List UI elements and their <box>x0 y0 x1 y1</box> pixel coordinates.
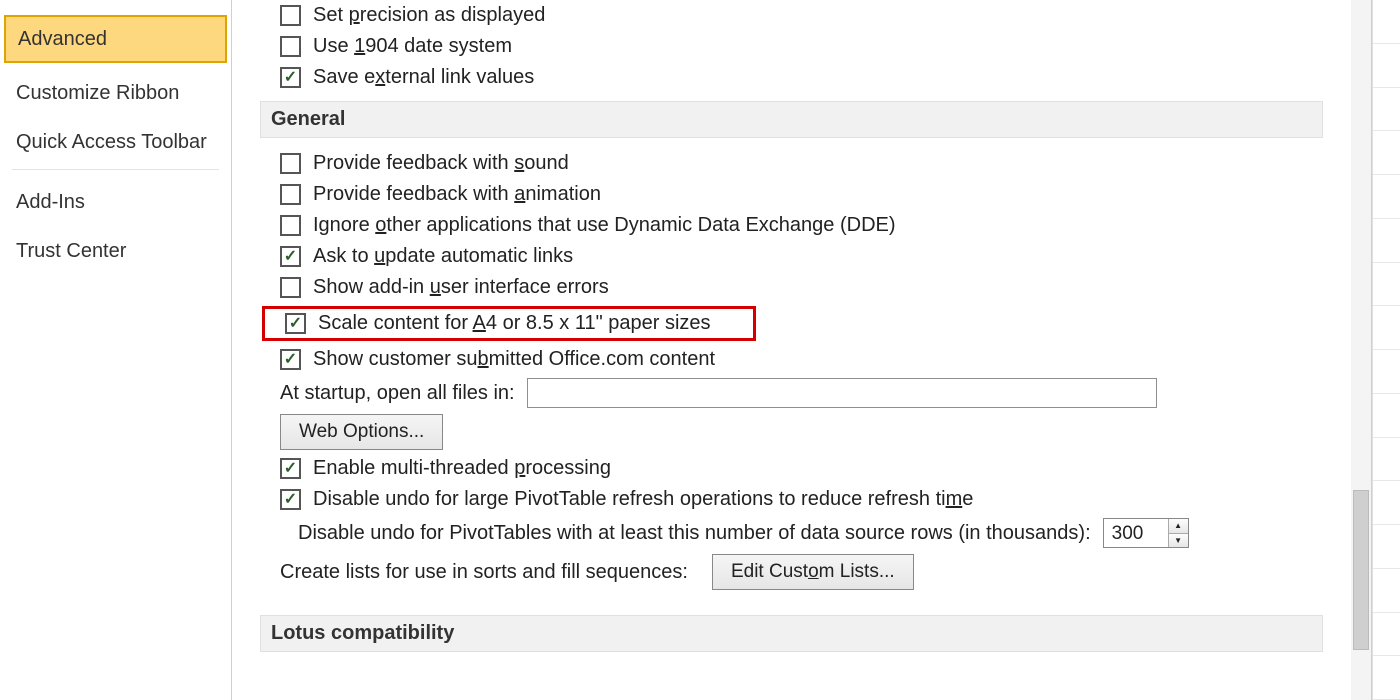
general2-option-0-label[interactable]: Enable multi-threaded processing <box>313 457 611 480</box>
nav-item-customize-ribbon[interactable]: Customize Ribbon <box>0 69 231 118</box>
general-option-0-container: Provide feedback with sound <box>280 152 569 175</box>
undo-rows-row: Disable undo for PivotTables with at lea… <box>278 515 1331 551</box>
nav-divider <box>12 169 219 170</box>
general2-option-1-label[interactable]: Disable undo for large PivotTable refres… <box>313 488 973 511</box>
general-option-3-row: Ask to update automatic links <box>260 241 1331 272</box>
general2-option-1-container: Disable undo for large PivotTable refres… <box>280 488 973 511</box>
create-lists-label: Create lists for use in sorts and fill s… <box>280 561 688 584</box>
section-header-general: General <box>260 101 1323 138</box>
calc-option-0-row: Set precision as displayed <box>260 0 1331 31</box>
general-option-2-checkbox[interactable] <box>280 215 301 236</box>
calc-option-0-checkbox[interactable] <box>280 5 301 26</box>
general-option-6-label[interactable]: Show customer submitted Office.com conte… <box>313 348 715 371</box>
general-option-3-checkbox[interactable] <box>280 246 301 267</box>
web-options-button-label: Web Options... <box>299 421 424 442</box>
options-nav-sidebar: Language Advanced Customize Ribbon Quick… <box>0 0 232 700</box>
general2-option-0-container: Enable multi-threaded processing <box>280 457 611 480</box>
calc-option-0-label[interactable]: Set precision as displayed <box>313 4 545 27</box>
undo-rows-label: Disable undo for PivotTables with at lea… <box>298 522 1091 545</box>
web-options-row: Web Options... <box>260 411 1331 453</box>
scrollbar-thumb[interactable] <box>1353 490 1369 650</box>
edit-custom-lists-label: Edit Custom Lists... <box>731 561 895 582</box>
startup-path-input[interactable] <box>527 378 1157 408</box>
calc-option-2-container: Save external link values <box>280 66 534 89</box>
general2-option-0-checkbox[interactable] <box>280 458 301 479</box>
general-option-5-container: Scale content for A4 or 8.5 x 11" paper … <box>262 306 756 341</box>
general-option-5-row: Scale content for A4 or 8.5 x 11" paper … <box>260 303 1331 344</box>
web-options-button[interactable]: Web Options... <box>280 414 443 450</box>
general-option-6-row: Show customer submitted Office.com conte… <box>260 344 1331 375</box>
spinner-buttons: ▲ ▼ <box>1168 519 1188 547</box>
general-option-5-label[interactable]: Scale content for A4 or 8.5 x 11" paper … <box>318 312 711 335</box>
nav-item-add-ins[interactable]: Add-Ins <box>0 178 231 227</box>
edit-custom-lists-button[interactable]: Edit Custom Lists... <box>712 554 914 590</box>
general-option-0-label[interactable]: Provide feedback with sound <box>313 152 569 175</box>
general-option-6-checkbox[interactable] <box>280 349 301 370</box>
undo-rows-spinner[interactable]: 300 ▲ ▼ <box>1103 518 1189 548</box>
undo-rows-value[interactable]: 300 <box>1104 519 1168 547</box>
calc-option-2-checkbox[interactable] <box>280 67 301 88</box>
general-option-2-row: Ignore other applications that use Dynam… <box>260 210 1331 241</box>
background-spreadsheet <box>1372 0 1400 700</box>
general-option-3-container: Ask to update automatic links <box>280 245 573 268</box>
startup-row: At startup, open all files in: <box>260 375 1331 411</box>
calc-option-1-checkbox[interactable] <box>280 36 301 57</box>
startup-label: At startup, open all files in: <box>280 382 515 405</box>
nav-item-advanced[interactable]: Advanced <box>4 15 227 63</box>
general-option-4-checkbox[interactable] <box>280 277 301 298</box>
general-option-0-checkbox[interactable] <box>280 153 301 174</box>
general-option-4-row: Show add-in user interface errors <box>260 272 1331 303</box>
calc-option-0-container: Set precision as displayed <box>280 4 545 27</box>
general-option-5-checkbox[interactable] <box>285 313 306 334</box>
general-option-1-label[interactable]: Provide feedback with animation <box>313 183 601 206</box>
calc-option-1-container: Use 1904 date system <box>280 35 512 58</box>
spinner-up-icon[interactable]: ▲ <box>1169 519 1188 534</box>
calc-option-1-label[interactable]: Use 1904 date system <box>313 35 512 58</box>
calc-option-1-row: Use 1904 date system <box>260 31 1331 62</box>
content-scrollbar[interactable] <box>1351 0 1371 700</box>
general-option-3-label[interactable]: Ask to update automatic links <box>313 245 573 268</box>
nav-item-language[interactable]: Language <box>0 0 231 15</box>
general-option-4-label[interactable]: Show add-in user interface errors <box>313 276 609 299</box>
general2-option-1-row: Disable undo for large PivotTable refres… <box>260 484 1331 515</box>
general2-option-1-checkbox[interactable] <box>280 489 301 510</box>
nav-item-trust-center[interactable]: Trust Center <box>0 227 231 276</box>
general-option-4-container: Show add-in user interface errors <box>280 276 609 299</box>
general-option-2-label[interactable]: Ignore other applications that use Dynam… <box>313 214 896 237</box>
options-main: Set precision as displayed Use 1904 date … <box>232 0 1372 700</box>
section-header-lotus: Lotus compatibility <box>260 615 1323 652</box>
general-option-6-container: Show customer submitted Office.com conte… <box>280 348 715 371</box>
spinner-down-icon[interactable]: ▼ <box>1169 534 1188 548</box>
general2-option-0-row: Enable multi-threaded processing <box>260 453 1331 484</box>
general-option-0-row: Provide feedback with sound <box>260 148 1331 179</box>
general-option-1-checkbox[interactable] <box>280 184 301 205</box>
advanced-content: Set precision as displayed Use 1904 date … <box>260 0 1351 700</box>
general-option-1-container: Provide feedback with animation <box>280 183 601 206</box>
options-dialog: Language Advanced Customize Ribbon Quick… <box>0 0 1400 700</box>
nav-item-quick-access-toolbar[interactable]: Quick Access Toolbar <box>0 118 231 167</box>
calc-option-2-label[interactable]: Save external link values <box>313 66 534 89</box>
content-gutter <box>232 0 260 700</box>
general-option-2-container: Ignore other applications that use Dynam… <box>280 214 896 237</box>
calc-option-2-row: Save external link values <box>260 62 1331 93</box>
general-option-1-row: Provide feedback with animation <box>260 179 1331 210</box>
create-lists-row: Create lists for use in sorts and fill s… <box>260 551 1331 593</box>
